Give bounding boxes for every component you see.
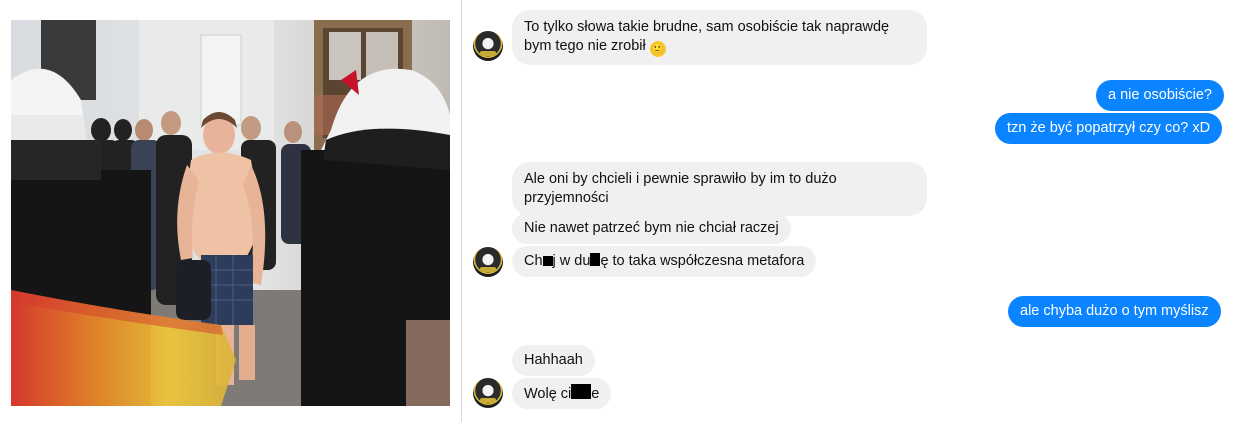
message-text: tzn że być popatrzył czy co? xD [1007,120,1211,136]
message-incoming: Nie nawet patrzeć bym nie chciał raczej [512,213,791,244]
smile-emoji-icon: 🙂 [649,41,666,57]
message-incoming: To tylko słowa takie brudne, sam osobiśc… [512,10,927,65]
protest-photo [11,20,450,406]
message-text-part: ę to taka współczesna metafora [600,253,805,269]
contact-avatar[interactable] [473,247,503,277]
redaction-mark [571,384,592,399]
message-outgoing: tzn że być popatrzył czy co? xD [995,113,1223,144]
redaction-mark [590,253,601,266]
contact-avatar[interactable] [473,31,503,61]
message-incoming: Ale oni by chcieli i pewnie sprawiło by … [512,162,927,216]
message-incoming: Wolę ci e [512,378,612,409]
message-incoming: Hahhaah [512,345,595,376]
message-text-part: j w du [552,253,591,269]
message-text: ale chyba dużo o tym myślisz [1020,303,1209,319]
message-text-part: Wolę ci [524,386,572,402]
message-text: Hahhaah [524,352,583,368]
message-text: Ale oni by chcieli i pewnie sprawiło by … [524,171,837,206]
panel-divider [461,0,462,422]
message-incoming: Ch j w du ę to taka współczesna metafora [512,246,817,277]
message-outgoing: ale chyba dużo o tym myślisz [1008,296,1221,327]
message-outgoing: a nie osobiście? [1096,80,1224,111]
message-text: To tylko słowa takie brudne, sam osobiśc… [524,19,890,54]
message-text: a nie osobiście? [1108,87,1212,103]
contact-avatar[interactable] [473,378,503,408]
message-text-part: Ch [524,253,543,269]
message-text-part: e [591,386,600,402]
message-text: Nie nawet patrzeć bym nie chciał raczej [524,220,779,236]
redaction-mark [542,256,553,266]
